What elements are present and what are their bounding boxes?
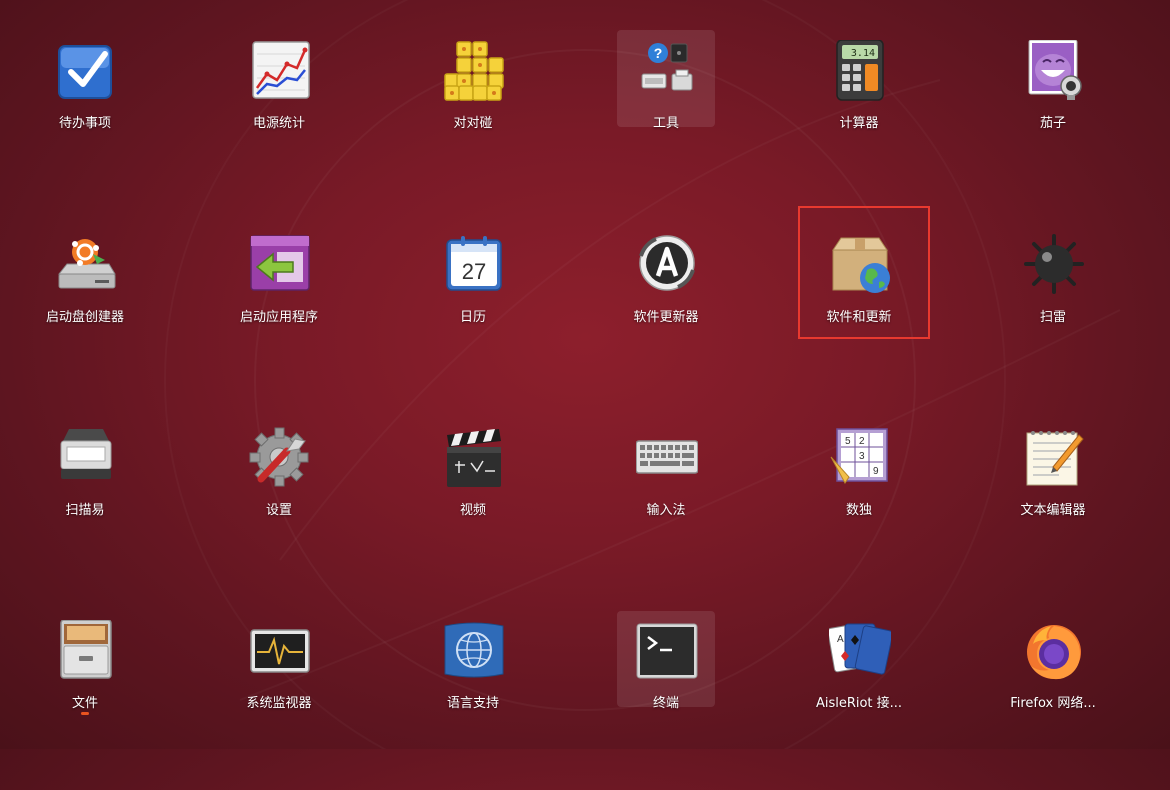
highlight-box-software-properties bbox=[798, 206, 930, 339]
app-label: 输入法 bbox=[646, 503, 686, 518]
app-mines[interactable]: 扫雷 bbox=[983, 234, 1123, 404]
app-label: 系统监视器 bbox=[246, 696, 312, 711]
app-system-monitor[interactable]: 系统监视器 bbox=[209, 620, 349, 790]
app-startup-applications[interactable]: 启动应用程序 bbox=[209, 234, 349, 404]
app-label: 文本编辑器 bbox=[1020, 503, 1086, 518]
calendar-icon: 27 bbox=[446, 236, 502, 291]
app-software-updater[interactable]: 软件更新器 bbox=[596, 234, 736, 404]
video-clapperboard-icon bbox=[447, 429, 501, 487]
app-label: 语言支持 bbox=[446, 696, 499, 711]
app-label: 软件更新器 bbox=[633, 310, 699, 325]
svg-text:A: A bbox=[837, 634, 844, 645]
language-support-icon bbox=[444, 622, 504, 678]
app-simple-scan[interactable]: 扫描易 bbox=[15, 427, 155, 597]
terminal-icon bbox=[636, 623, 698, 679]
app-utilities-folder[interactable]: ? 工具 bbox=[596, 40, 736, 210]
svg-text:3: 3 bbox=[859, 451, 865, 462]
app-label: 计算器 bbox=[839, 116, 879, 131]
software-updater-icon bbox=[639, 235, 695, 291]
app-firefox[interactable]: Firefox 网络... bbox=[983, 620, 1123, 790]
startup-disk-creator-icon bbox=[57, 239, 116, 289]
swell-foop-blocks-icon bbox=[444, 41, 504, 101]
app-videos[interactable]: 视频 bbox=[403, 427, 543, 597]
cheese-webcam-icon bbox=[1028, 40, 1082, 100]
app-label: 文件 bbox=[71, 696, 98, 711]
todo-check-icon bbox=[58, 45, 112, 99]
calendar-day-number: 27 bbox=[462, 259, 486, 284]
app-language-support[interactable]: 语言支持 bbox=[403, 620, 543, 790]
app-label: 启动盘创建器 bbox=[45, 310, 124, 325]
app-grid: 待办事项 电源统计 对对碰 ? 工具 3.14 计算器 茄子 启动盘创建器 启动… bbox=[0, 0, 1170, 749]
app-text-editor[interactable]: 文本编辑器 bbox=[983, 427, 1123, 597]
app-label: 茄子 bbox=[1039, 116, 1066, 131]
app-label: 终端 bbox=[652, 696, 679, 711]
aisleriot-cards-icon: A bbox=[829, 623, 891, 675]
text-editor-icon bbox=[1026, 431, 1084, 486]
mines-icon bbox=[1024, 234, 1084, 294]
startup-applications-icon bbox=[250, 235, 310, 291]
calculator-display: 3.14 bbox=[851, 48, 875, 59]
settings-gear-icon bbox=[249, 427, 309, 487]
app-label: 启动应用程序 bbox=[239, 310, 318, 325]
app-label: 扫雷 bbox=[1039, 310, 1066, 325]
svg-text:2: 2 bbox=[859, 436, 865, 447]
power-statistics-chart-icon bbox=[252, 41, 310, 99]
app-sudoku[interactable]: 52 39 数独 bbox=[789, 427, 929, 597]
utilities-folder-icon: ? bbox=[641, 43, 693, 91]
app-label: Firefox 网络... bbox=[1010, 696, 1096, 711]
app-swell-foop[interactable]: 对对碰 bbox=[403, 40, 543, 210]
app-label: 对对碰 bbox=[453, 116, 493, 131]
app-label: 待办事项 bbox=[58, 116, 111, 131]
svg-text:?: ? bbox=[654, 45, 663, 61]
app-label: 日历 bbox=[459, 310, 486, 325]
app-terminal[interactable]: 终端 bbox=[596, 620, 736, 790]
app-calendar[interactable]: 27 日历 bbox=[403, 234, 543, 404]
app-label: AisleRiot 接... bbox=[815, 696, 903, 711]
app-label: 视频 bbox=[459, 503, 486, 518]
app-cheese[interactable]: 茄子 bbox=[983, 40, 1123, 210]
app-calculator[interactable]: 3.14 计算器 bbox=[789, 40, 929, 210]
app-input-method[interactable]: 输入法 bbox=[596, 427, 736, 597]
app-files[interactable]: 文件 bbox=[15, 620, 155, 790]
files-cabinet-icon bbox=[60, 620, 112, 679]
app-power-statistics[interactable]: 电源统计 bbox=[209, 40, 349, 210]
running-indicator bbox=[81, 712, 89, 715]
sudoku-icon: 52 39 bbox=[830, 428, 888, 484]
svg-text:5: 5 bbox=[845, 436, 851, 447]
firefox-icon bbox=[1027, 625, 1081, 680]
app-label: 电源统计 bbox=[252, 116, 305, 131]
app-startup-disk-creator[interactable]: 启动盘创建器 bbox=[15, 234, 155, 404]
svg-text:9: 9 bbox=[873, 466, 879, 477]
app-settings[interactable]: 设置 bbox=[209, 427, 349, 597]
system-monitor-icon bbox=[250, 629, 310, 673]
app-label: 设置 bbox=[265, 503, 292, 518]
keyboard-input-method-icon bbox=[636, 440, 698, 474]
app-label: 数独 bbox=[845, 503, 872, 518]
app-aisleriot[interactable]: A AisleRiot 接... bbox=[789, 620, 929, 790]
app-label: 工具 bbox=[652, 116, 679, 131]
app-todo[interactable]: 待办事项 bbox=[15, 40, 155, 210]
calculator-icon: 3.14 bbox=[836, 40, 884, 101]
app-label: 扫描易 bbox=[65, 503, 105, 518]
scanner-icon bbox=[60, 429, 112, 479]
